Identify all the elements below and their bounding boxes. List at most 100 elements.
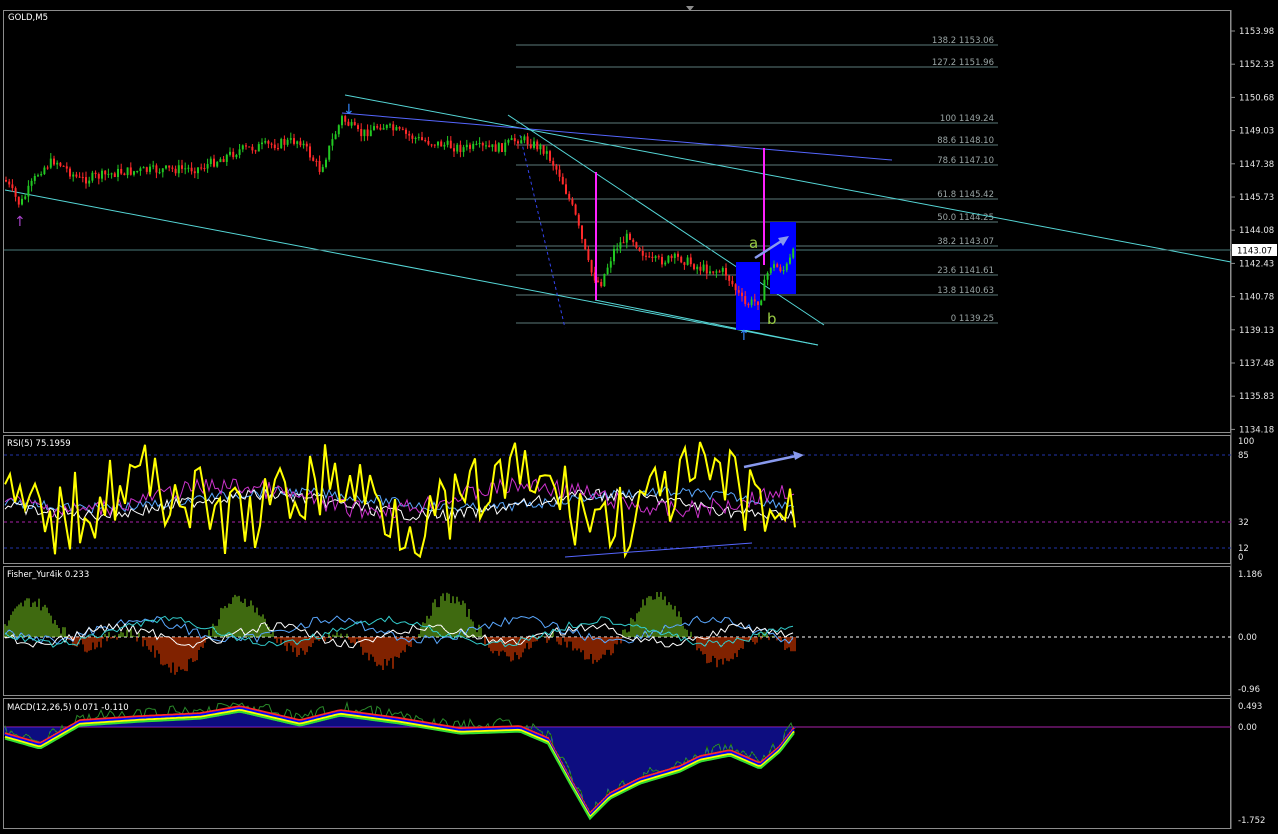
candle-body — [437, 141, 439, 146]
candle-body — [331, 139, 334, 146]
candle-body — [517, 141, 519, 144]
candle-body — [577, 214, 580, 226]
candle-body — [389, 124, 391, 126]
current-price-tag: 1143.07 — [1232, 244, 1277, 257]
candle-body — [513, 138, 516, 142]
candle-body — [5, 180, 7, 182]
candle-body — [309, 146, 311, 158]
candle-body — [718, 271, 721, 273]
rsi-arrow — [743, 451, 804, 469]
candle-body — [558, 169, 561, 177]
candle-body — [584, 239, 587, 250]
rsi-level-lines — [4, 454, 1231, 549]
fib-level-label: 0 1139.25 — [951, 314, 994, 324]
candle-body — [478, 143, 481, 145]
candle-body — [270, 143, 273, 145]
rsi-main-line — [4, 441, 796, 559]
candle-body — [171, 167, 174, 169]
arrow-down-icon: ↓ — [343, 102, 355, 118]
fisher-axis: 1.186 0.00 -0.96 — [1238, 570, 1262, 695]
price-label: 1144.08 — [1239, 226, 1274, 236]
candle-body — [69, 168, 71, 177]
candle-body — [165, 165, 167, 169]
candle-body — [686, 257, 689, 265]
candle-body — [133, 171, 135, 175]
candle-body — [654, 256, 657, 259]
fib-level-label: 88.6 1148.10 — [937, 136, 994, 146]
candle-body — [145, 167, 148, 172]
candle-body — [382, 128, 385, 130]
candle-body — [603, 273, 606, 287]
candle-body — [184, 168, 187, 170]
candle-body — [571, 199, 574, 205]
rsi-axis: 100 85 32 12 0 — [1238, 437, 1254, 563]
candle-body — [142, 167, 145, 169]
candle-body — [760, 300, 763, 305]
trading-chart[interactable]: 138.2 1153.06 127.2 1151.96 100 1149.24 88.… — [0, 0, 1278, 834]
wave-label-a: a — [749, 234, 758, 252]
price-label: 1135.83 — [1239, 392, 1274, 402]
candle-body — [21, 198, 23, 205]
candle-body — [613, 249, 615, 262]
candle-body — [776, 264, 779, 268]
candle-body — [347, 121, 350, 126]
svg-text:32: 32 — [1238, 518, 1249, 528]
candle-body — [328, 145, 331, 160]
candle-body — [136, 171, 139, 173]
candle-body — [689, 257, 692, 265]
rsi-title: RSI(5) 75.1959 — [7, 439, 71, 449]
candle-body — [462, 147, 465, 153]
candle-body — [677, 253, 679, 257]
candle-body — [545, 151, 548, 154]
candle-body — [779, 267, 782, 272]
candle-body — [248, 146, 251, 148]
candle-body — [606, 267, 609, 274]
candle-body — [539, 145, 542, 150]
price-label: 1145.73 — [1239, 193, 1274, 203]
candle-body — [597, 280, 599, 283]
candle-body — [123, 173, 126, 176]
fisher-pane: Fisher_Yur4ik 0.233 1.186 0.00 -0.96 — [4, 570, 1262, 695]
fib-level-label: 13.8 1140.63 — [937, 286, 994, 296]
candle-body — [277, 148, 279, 150]
candle-body — [46, 167, 49, 169]
candle-body — [261, 142, 263, 145]
candle-body — [446, 140, 449, 145]
candle-body — [78, 176, 81, 178]
candle-body — [709, 271, 711, 274]
candle-body — [542, 145, 545, 154]
candle-body — [494, 144, 497, 152]
svg-text:85: 85 — [1238, 451, 1249, 461]
candle-body — [206, 164, 209, 169]
candle-body — [302, 143, 305, 146]
candle-body — [472, 143, 475, 149]
candle-body — [526, 136, 529, 145]
candle-body — [245, 145, 247, 147]
candle-body — [289, 138, 292, 140]
candle-body — [491, 144, 494, 147]
candle-body — [485, 145, 487, 147]
candle-body — [376, 126, 379, 128]
candle-body — [651, 256, 654, 259]
candle-body — [334, 134, 337, 140]
candle-body — [552, 160, 555, 166]
wave-label-b: b — [767, 310, 777, 328]
candle-body — [168, 165, 171, 168]
candle-body — [85, 177, 87, 184]
candle-body — [257, 144, 260, 152]
candle-body — [267, 141, 270, 144]
candle-body — [481, 143, 484, 146]
candle-body — [97, 174, 100, 179]
candle-body — [241, 145, 244, 150]
candle-body — [549, 151, 551, 161]
candle-body — [712, 271, 715, 273]
candle-body — [283, 138, 286, 145]
candle-body — [75, 174, 78, 177]
candle-body — [673, 253, 676, 259]
fib-level-label: 50.0 1144.25 — [937, 213, 994, 223]
candle-body — [203, 168, 206, 170]
trendlines[interactable] — [4, 94, 1232, 346]
candle-body — [670, 255, 673, 259]
rsi-lines — [4, 441, 796, 559]
candle-body — [683, 262, 686, 265]
